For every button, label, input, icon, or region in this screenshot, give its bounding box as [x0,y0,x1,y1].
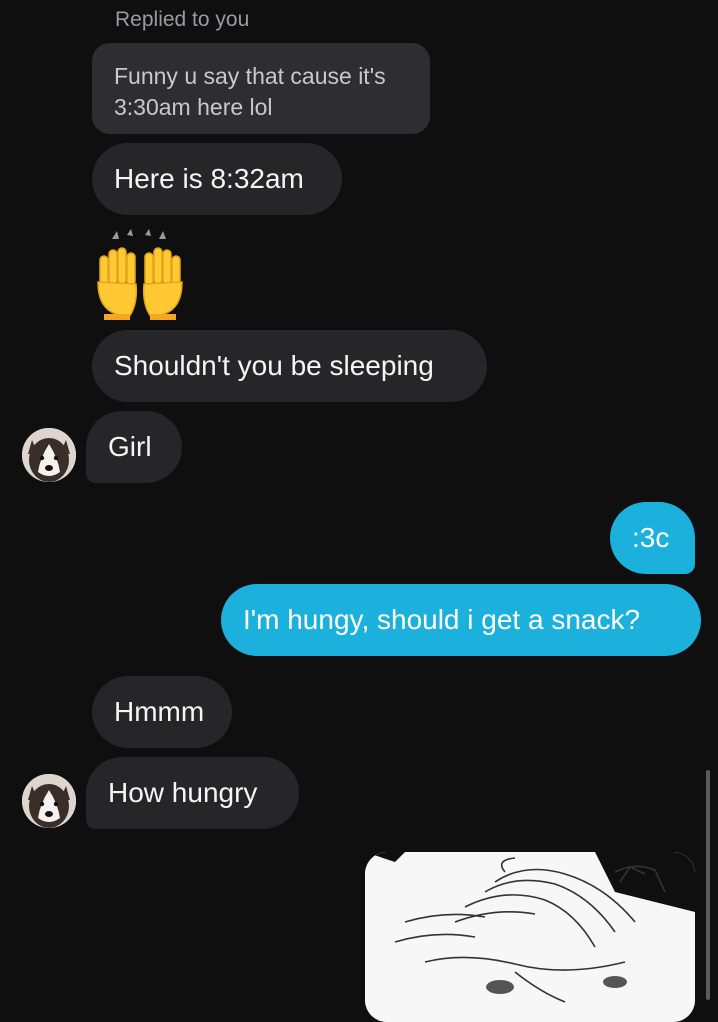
message-bubble[interactable]: Shouldn't you be sleeping [92,330,487,402]
message-bubble[interactable]: Hmmm [92,676,232,748]
message-bubble[interactable]: I'm hungy, should i get a snack? [221,584,701,656]
contact-avatar[interactable] [22,774,76,828]
sent-image[interactable] [365,852,695,1022]
message-bubble[interactable]: Girl [86,411,182,483]
message-bubble[interactable]: Here is 8:32am [92,143,342,215]
quoted-message[interactable]: Funny u say that cause it's 3:30am here … [92,43,430,134]
message-bubble[interactable]: :3c [610,502,695,574]
replied-to-label: Replied to you [115,8,250,31]
raising-hands-emoji[interactable] [92,226,188,322]
contact-avatar[interactable] [22,428,76,482]
scrollbar[interactable] [706,770,710,1000]
chat-thread: Replied to you Funny u say that cause it… [0,0,718,1022]
message-bubble[interactable]: How hungry [86,757,299,829]
